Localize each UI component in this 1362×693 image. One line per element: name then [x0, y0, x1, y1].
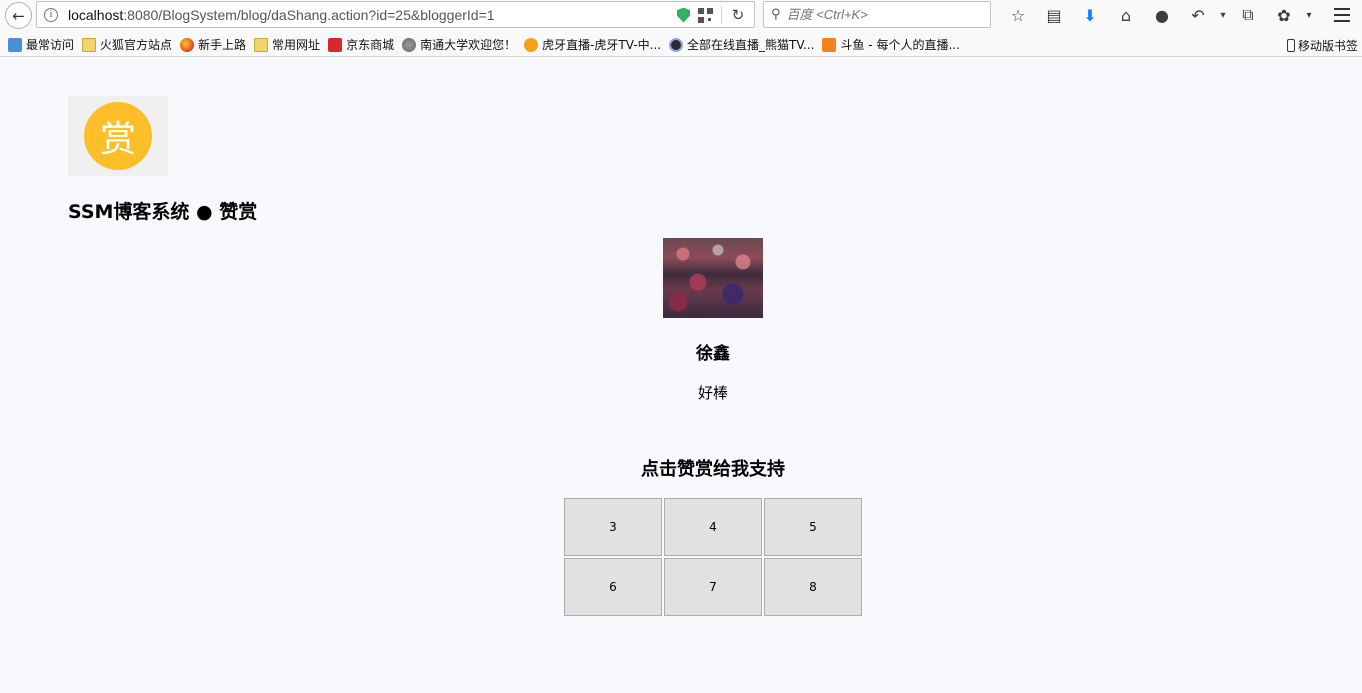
bookmark-label: 全部在线直播_熊猫TV... — [687, 38, 815, 52]
site-logo: 赏 — [68, 96, 168, 176]
blogger-signature: 好棒 — [697, 384, 728, 402]
search-icon: ⚲ — [771, 7, 781, 22]
divider — [721, 6, 722, 24]
blogger-name: 徐鑫 — [696, 344, 730, 364]
chat-icon[interactable]: ● — [1144, 4, 1180, 26]
info-icon[interactable]: i — [44, 7, 58, 22]
bookmark-label: 虎牙直播-虎牙TV-中... — [542, 38, 662, 52]
home-icon[interactable]: ⌂ — [1108, 4, 1144, 26]
browser-toolbar: ← i localhost:8080/BlogSystem/blog/daSha… — [0, 0, 1362, 31]
douyu-icon — [822, 37, 837, 52]
url-host: localhost — [68, 6, 124, 23]
reload-icon[interactable]: ↻ — [730, 6, 746, 24]
amount-grid: 3 4 5 6 7 8 — [564, 498, 864, 616]
bookmark-label: 京东商城 — [346, 38, 395, 52]
bookmark-item[interactable]: 常用网址 — [254, 36, 320, 53]
bookmark-label: 新手上路 — [198, 38, 247, 52]
amount-button[interactable]: 6 — [564, 558, 662, 616]
firefox-icon — [180, 37, 195, 52]
url-text[interactable]: localhost:8080/BlogSystem/blog/daShang.a… — [68, 7, 495, 23]
amount-button[interactable]: 4 — [664, 498, 762, 556]
bookmark-item[interactable]: 京东商城 — [328, 36, 394, 53]
most-visited-icon — [8, 37, 22, 52]
qr-code-icon[interactable] — [698, 7, 713, 23]
bookmark-item[interactable]: 全部在线直播_熊猫TV... — [669, 36, 814, 53]
phone-icon — [1286, 38, 1295, 52]
blogger-avatar — [663, 238, 763, 318]
mobile-bookmarks[interactable]: 移动版书签 — [1286, 33, 1358, 57]
bookmark-item[interactable]: 南通大学欢迎您！ — [402, 36, 516, 53]
chevron-down-icon[interactable]: ▾ — [1302, 4, 1316, 26]
crop-icon[interactable]: ⧉ — [1230, 4, 1266, 26]
bookmark-item[interactable]: 新手上路 — [180, 36, 246, 53]
bookmark-star-icon[interactable]: ☆ — [1000, 4, 1036, 26]
amount-button[interactable]: 7 — [664, 558, 762, 616]
globe-icon — [402, 37, 417, 52]
url-bar[interactable]: i localhost:8080/BlogSystem/blog/daShang… — [36, 1, 755, 28]
search-input[interactable] — [786, 7, 977, 22]
folder-icon — [254, 37, 269, 52]
bookmark-label: 火狐官方站点 — [100, 38, 173, 52]
hamburger-menu-icon[interactable] — [1334, 8, 1350, 22]
bookmark-label: 南通大学欢迎您！ — [420, 38, 517, 52]
bookmark-item[interactable]: 最常访问 — [8, 36, 74, 53]
library-icon[interactable]: ▤ — [1036, 4, 1072, 26]
url-path: :8080/BlogSystem/blog/daShang.action?id=… — [123, 6, 495, 23]
mobile-bookmarks-label: 移动版书签 — [1297, 38, 1358, 53]
extension-icon[interactable]: ✿ — [1266, 4, 1302, 26]
chevron-down-icon[interactable]: ▾ — [1216, 4, 1230, 26]
bookmark-label: 最常访问 — [26, 38, 75, 52]
jd-icon — [328, 37, 343, 52]
undo-icon[interactable]: ↶ — [1180, 4, 1216, 26]
back-button[interactable]: ← — [5, 2, 32, 29]
search-bar[interactable]: ⚲ — [763, 1, 991, 28]
amount-button[interactable]: 3 — [564, 498, 662, 556]
bookmark-item[interactable]: 斗鱼 - 每个人的直播... — [822, 36, 960, 53]
panda-icon — [669, 37, 684, 52]
toolbar-icons: ☆ ▤ ⬇ ⌂ ● ↶ ▾ ⧉ ✿ ▾ — [1000, 4, 1316, 26]
shield-icon[interactable] — [677, 7, 690, 23]
bookmark-item[interactable]: 虎牙直播-虎牙TV-中... — [524, 36, 661, 53]
bookmark-label: 斗鱼 - 每个人的直播... — [840, 38, 960, 52]
reward-logo-icon: 赏 — [84, 102, 152, 170]
support-title: 点击赞赏给我支持 — [641, 459, 785, 480]
amount-button[interactable]: 5 — [764, 498, 862, 556]
site-title: SSM博客系统 ● 赞赏 — [68, 201, 258, 223]
amount-button[interactable]: 8 — [764, 558, 862, 616]
bookmark-item[interactable]: 火狐官方站点 — [82, 36, 172, 53]
arrow-left-icon: ← — [12, 6, 25, 25]
folder-icon — [82, 37, 97, 52]
download-icon[interactable]: ⬇ — [1072, 4, 1108, 26]
bookmarks-bar: 最常访问 火狐官方站点 新手上路 常用网址 京东商城 南通大学欢迎您！ 虎牙直播… — [0, 33, 1362, 57]
bookmark-label: 常用网址 — [272, 38, 321, 52]
huya-icon — [524, 37, 539, 52]
